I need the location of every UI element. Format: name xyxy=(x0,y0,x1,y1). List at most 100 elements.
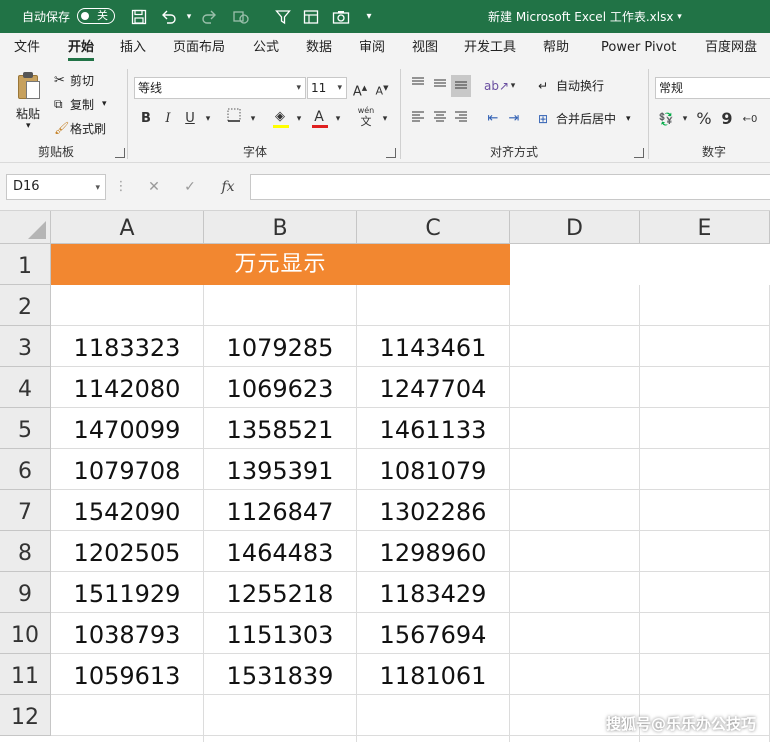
cell-e5[interactable] xyxy=(640,408,770,449)
comma-style-button[interactable]: 9 xyxy=(717,108,737,130)
cell-a2[interactable] xyxy=(51,285,204,326)
cell-d8[interactable] xyxy=(510,531,640,572)
decrease-indent-button[interactable]: ⇤ xyxy=(483,108,503,130)
cell-d4[interactable] xyxy=(510,367,640,408)
insert-function-button[interactable]: fx xyxy=(214,174,242,200)
tab-power-pivot[interactable]: Power Pivot xyxy=(601,33,676,63)
accounting-format-button[interactable]: 💱 xyxy=(656,108,676,130)
customize-icon[interactable]: ▾ xyxy=(358,0,380,33)
tab-data[interactable]: 数据 xyxy=(306,33,332,63)
font-color-dropdown-icon[interactable]: ▾ xyxy=(328,108,348,130)
tab-baidu-netdisk[interactable]: 百度网盘 xyxy=(705,33,757,63)
cell-e11[interactable] xyxy=(640,654,770,695)
cell-a3[interactable]: 1183323 xyxy=(51,326,204,367)
align-center-button[interactable] xyxy=(430,108,450,130)
fill-color-dropdown-icon[interactable]: ▾ xyxy=(289,108,309,130)
tab-home[interactable]: 开始 xyxy=(68,33,95,63)
cell-c12[interactable] xyxy=(357,695,510,736)
cell-b2[interactable] xyxy=(204,285,357,326)
align-right-button[interactable] xyxy=(451,108,471,130)
align-left-button[interactable] xyxy=(408,108,428,130)
form-icon[interactable] xyxy=(300,0,322,33)
cancel-icon[interactable]: ✕ xyxy=(142,174,166,200)
cell-b11[interactable]: 1531839 xyxy=(204,654,357,695)
cell-a9[interactable]: 1511929 xyxy=(51,572,204,613)
cell-e4[interactable] xyxy=(640,367,770,408)
phonetic-button[interactable]: wén 文 xyxy=(356,105,376,127)
orientation-button[interactable]: ab↗ xyxy=(484,75,509,97)
cell-b10[interactable]: 1151303 xyxy=(204,613,357,654)
cell-b5[interactable]: 1358521 xyxy=(204,408,357,449)
cell-eundefined[interactable] xyxy=(640,736,770,742)
camera-icon[interactable] xyxy=(330,0,352,33)
cell-c9[interactable]: 1183429 xyxy=(357,572,510,613)
row-header-4[interactable]: 4 xyxy=(0,367,51,408)
autosave-toggle[interactable]: 关 xyxy=(77,8,115,24)
undo-dropdown-icon[interactable]: ▾ xyxy=(178,0,200,33)
tab-page-layout[interactable]: 页面布局 xyxy=(173,33,225,63)
more-options-icon[interactable]: ⋮ xyxy=(114,174,128,200)
cell-c7[interactable]: 1302286 xyxy=(357,490,510,531)
cell-c10[interactable]: 1567694 xyxy=(357,613,510,654)
bold-button[interactable]: B xyxy=(136,108,156,130)
font-size-select[interactable]: 11 ▾ xyxy=(307,77,347,99)
copy-button[interactable]: ⧉ 复制 ▾ xyxy=(54,95,107,113)
increase-font-button[interactable]: A▲ xyxy=(350,77,370,99)
cell-b12[interactable] xyxy=(204,695,357,736)
cell-a12[interactable] xyxy=(51,695,204,736)
cell-aundefined[interactable] xyxy=(51,736,204,742)
tab-file[interactable]: 文件 xyxy=(14,33,40,63)
cell-c8[interactable]: 1298960 xyxy=(357,531,510,572)
merged-header-cell[interactable]: 万元显示 xyxy=(51,244,510,285)
row-header-2[interactable]: 2 xyxy=(0,285,51,326)
font-color-button[interactable]: A xyxy=(309,106,329,128)
shape-icon[interactable] xyxy=(230,0,252,33)
row-header-12[interactable]: 12 xyxy=(0,695,51,736)
tab-insert[interactable]: 插入 xyxy=(120,33,146,63)
cell-b3[interactable]: 1079285 xyxy=(204,326,357,367)
cell-e9[interactable] xyxy=(640,572,770,613)
cell-c3[interactable]: 1143461 xyxy=(357,326,510,367)
tab-developer[interactable]: 开发工具 xyxy=(464,33,516,63)
cell-c4[interactable]: 1247704 xyxy=(357,367,510,408)
column-header-c[interactable]: C xyxy=(357,211,510,244)
cell-d2[interactable] xyxy=(510,285,640,326)
align-top-button[interactable] xyxy=(408,75,428,97)
undo-icon[interactable] xyxy=(158,0,180,33)
tab-help[interactable]: 帮助 xyxy=(543,33,569,63)
cut-button[interactable]: ✂ 剪切 xyxy=(54,71,94,89)
redo-icon[interactable] xyxy=(198,0,220,33)
tab-review[interactable]: 审阅 xyxy=(359,33,385,63)
cell-d11[interactable] xyxy=(510,654,640,695)
row-header-3[interactable]: 3 xyxy=(0,326,51,367)
underline-dropdown-icon[interactable]: ▾ xyxy=(198,108,218,130)
number-format-select[interactable]: 常规 xyxy=(655,77,770,99)
paste-button[interactable]: 粘贴 ▾ xyxy=(10,67,50,137)
row-header-6[interactable]: 6 xyxy=(0,449,51,490)
alignment-launcher-icon[interactable] xyxy=(634,148,644,158)
row-header-5[interactable]: 5 xyxy=(0,408,51,449)
cell-c6[interactable]: 1081079 xyxy=(357,449,510,490)
cell-b6[interactable]: 1395391 xyxy=(204,449,357,490)
row-header-8[interactable]: 8 xyxy=(0,531,51,572)
cell-d7[interactable] xyxy=(510,490,640,531)
cell-e10[interactable] xyxy=(640,613,770,654)
increase-decimal-button[interactable]: ←0 xyxy=(740,108,760,130)
column-header-e[interactable]: E xyxy=(640,211,770,244)
column-header-d[interactable]: D xyxy=(510,211,640,244)
borders-button[interactable] xyxy=(224,108,244,130)
cell-a11[interactable]: 1059613 xyxy=(51,654,204,695)
percent-button[interactable]: % xyxy=(694,108,714,130)
cell-e6[interactable] xyxy=(640,449,770,490)
cell-d3[interactable] xyxy=(510,326,640,367)
row-header-9[interactable]: 9 xyxy=(0,572,51,613)
cell-d5[interactable] xyxy=(510,408,640,449)
cell-e2[interactable] xyxy=(640,285,770,326)
cell-c5[interactable]: 1461133 xyxy=(357,408,510,449)
row-header-10[interactable]: 10 xyxy=(0,613,51,654)
enter-icon[interactable]: ✓ xyxy=(178,174,202,200)
cell-e7[interactable] xyxy=(640,490,770,531)
filter-icon[interactable] xyxy=(272,0,294,33)
cell-b4[interactable]: 1069623 xyxy=(204,367,357,408)
row-header-1[interactable]: 1 xyxy=(0,244,51,285)
